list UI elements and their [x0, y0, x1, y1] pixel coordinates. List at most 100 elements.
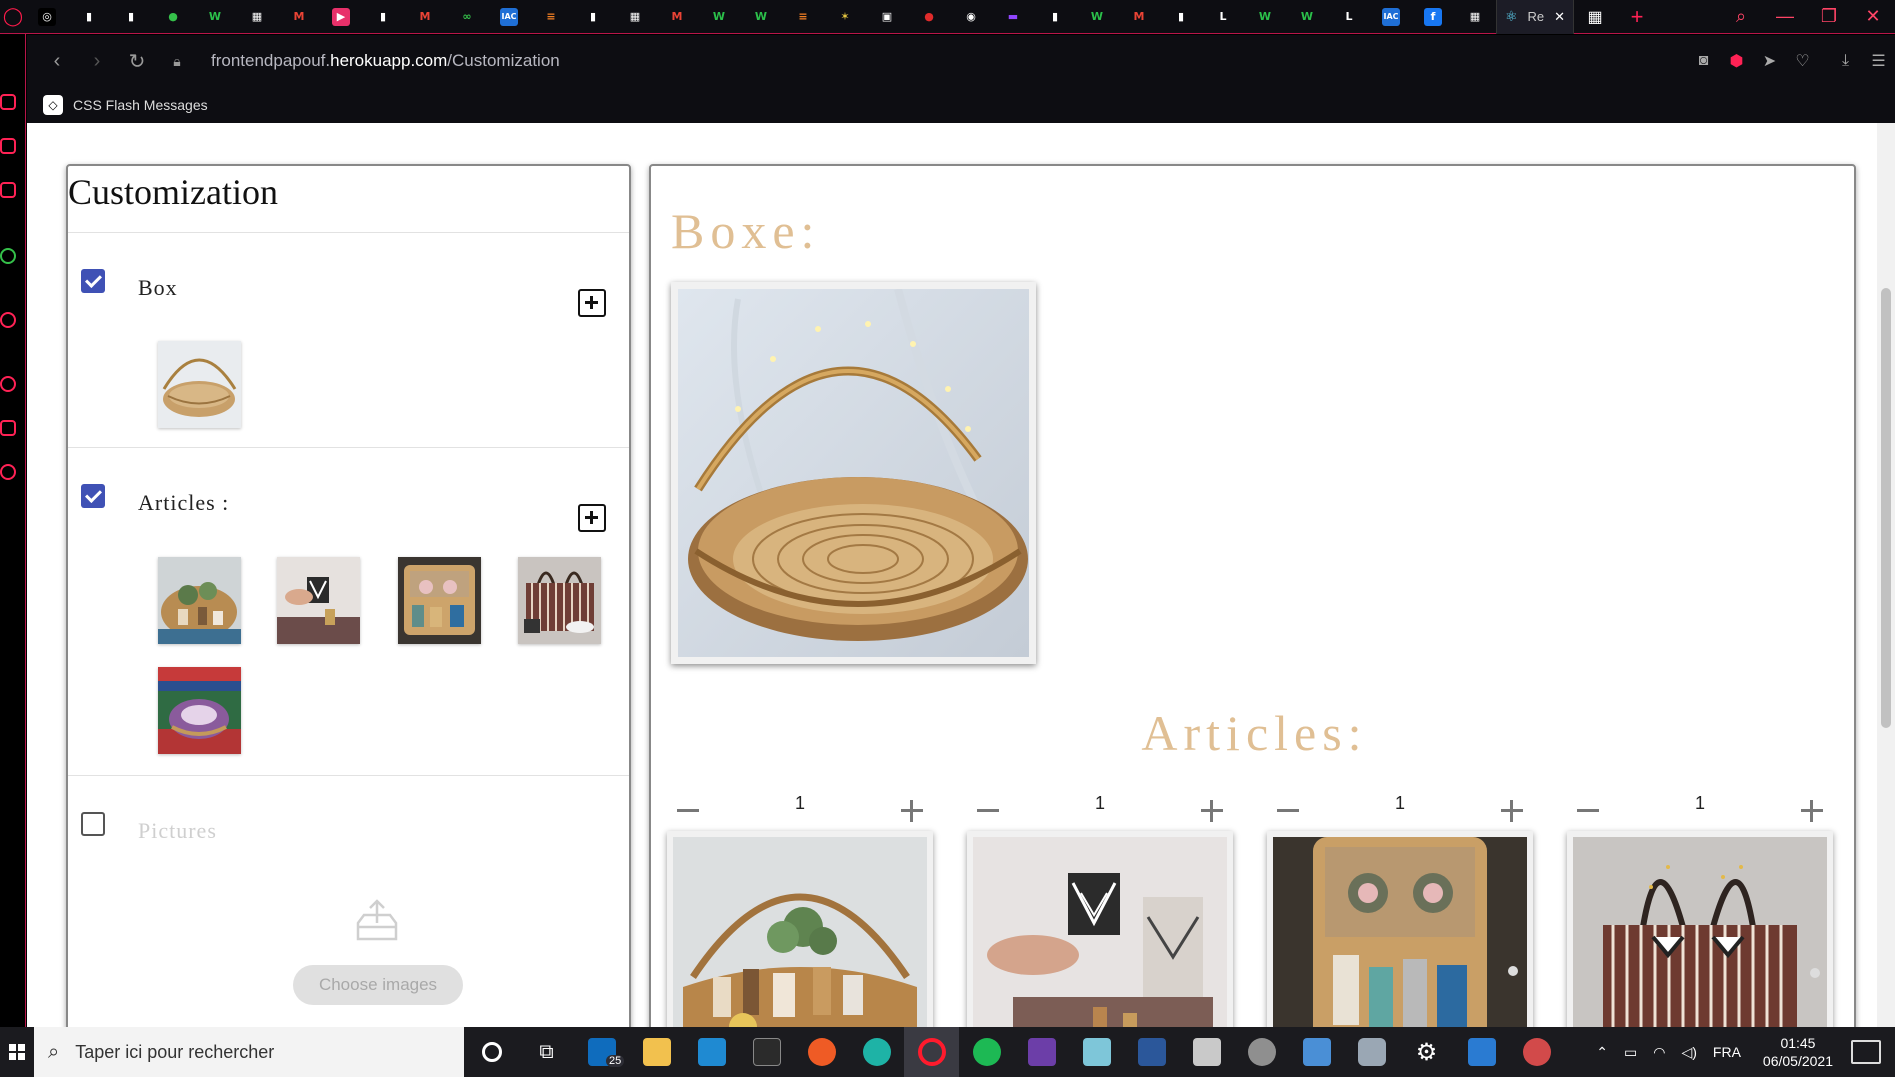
scrollbar-thumb[interactable]	[1881, 288, 1891, 728]
minimize-icon[interactable]: —	[1763, 0, 1807, 34]
easy-setup-icon[interactable]: ☰	[1862, 51, 1895, 71]
l-tab[interactable]: L	[1202, 0, 1244, 34]
settings-app-icon[interactable]: ⚙	[1399, 1027, 1454, 1077]
w-tab[interactable]: W	[740, 0, 782, 34]
url-field[interactable]: frontendpapouf.herokuapp.com/Customizati…	[211, 51, 560, 71]
doc-tab[interactable]: ▮	[1160, 0, 1202, 34]
drive-icon[interactable]	[1179, 1027, 1234, 1077]
loop-tab[interactable]: ∞	[446, 0, 488, 34]
sidebar-icon[interactable]	[0, 138, 16, 154]
w-tab[interactable]: W	[698, 0, 740, 34]
react-app-icon[interactable]	[1509, 1027, 1564, 1077]
sidebar-icon[interactable]	[0, 420, 16, 436]
windows-start-button[interactable]	[0, 1027, 34, 1077]
edge-icon[interactable]	[849, 1027, 904, 1077]
restore-icon[interactable]: ❐	[1807, 0, 1851, 34]
taskbar-search-input[interactable]: ⌕ Taper ici pour rechercher	[34, 1027, 464, 1077]
increase-quantity-button[interactable]	[901, 800, 923, 822]
bookmark-css-flash-messages[interactable]: CSS Flash Messages	[73, 97, 208, 113]
gmail-tab[interactable]: M	[278, 0, 320, 34]
language-indicator[interactable]: FRA	[1713, 1044, 1741, 1060]
heart-icon[interactable]: ♡	[1786, 51, 1819, 71]
close-window-icon[interactable]: ✕	[1851, 0, 1895, 34]
w-tab[interactable]: W	[1076, 0, 1118, 34]
wifi-icon[interactable]: ◠	[1653, 1044, 1665, 1061]
play-tab[interactable]: ▶	[320, 0, 362, 34]
github-tab[interactable]: ◉	[950, 0, 992, 34]
article-thumbnail[interactable]	[158, 557, 241, 644]
sidebar-icon[interactable]	[0, 94, 16, 110]
history-icon[interactable]	[0, 376, 16, 392]
box-checkbox[interactable]	[81, 269, 105, 293]
camera-icon[interactable]: ◙	[1687, 52, 1720, 70]
chevron-up-icon[interactable]: ⌃	[1596, 1044, 1608, 1061]
opera-menu-icon[interactable]: ◯	[0, 0, 26, 34]
search-tabs-icon[interactable]: ⌕	[1719, 0, 1763, 34]
increase-quantity-button[interactable]	[1801, 800, 1823, 822]
doc-tab[interactable]: ▮	[572, 0, 614, 34]
gmail-tab[interactable]: M	[1118, 0, 1160, 34]
download-icon[interactable]: ⤓	[1829, 52, 1862, 70]
settings-icon[interactable]	[0, 464, 16, 480]
iac-tab[interactable]: IAC	[1370, 0, 1412, 34]
camera-app-icon[interactable]	[1344, 1027, 1399, 1077]
forward-icon[interactable]: ›	[77, 50, 117, 73]
iac-tab[interactable]: IAC	[488, 0, 530, 34]
notes-icon[interactable]	[1069, 1027, 1124, 1077]
mail-app-icon[interactable]: 25	[574, 1027, 629, 1077]
doc-tab[interactable]: ▮	[1034, 0, 1076, 34]
article-thumbnail[interactable]	[398, 557, 481, 644]
gmail-tab[interactable]: M	[404, 0, 446, 34]
opera-app-icon[interactable]	[904, 1027, 959, 1077]
spark-tab[interactable]: ✶	[824, 0, 866, 34]
remote-desktop-icon[interactable]	[1289, 1027, 1344, 1077]
battery-icon[interactable]: ▭	[1624, 1044, 1637, 1061]
word-icon[interactable]	[1124, 1027, 1179, 1077]
cortana-icon[interactable]	[464, 1027, 519, 1077]
clock[interactable]: 01:45 06/05/2021	[1763, 1034, 1833, 1070]
facebook-tab[interactable]: f	[1412, 0, 1454, 34]
add-article-button[interactable]	[578, 504, 606, 532]
sidebar-icon[interactable]	[0, 182, 16, 198]
active-tab[interactable]: ⚛ Re ✕	[1496, 0, 1574, 34]
satellite-icon[interactable]	[1234, 1027, 1289, 1077]
w-tab[interactable]: W	[1244, 0, 1286, 34]
new-tab-icon[interactable]: +	[1616, 0, 1658, 34]
doc-tab[interactable]: ▮	[68, 0, 110, 34]
article-thumbnail[interactable]	[518, 557, 601, 644]
articles-checkbox[interactable]	[81, 484, 105, 508]
notification-center-icon[interactable]	[1851, 1040, 1881, 1064]
pictures-checkbox[interactable]	[81, 812, 105, 836]
stack-tab[interactable]: ≡	[782, 0, 824, 34]
task-view-icon[interactable]: ⧉	[519, 1027, 574, 1077]
grid-tab[interactable]: ▦	[1454, 0, 1496, 34]
vscode-icon[interactable]	[684, 1027, 739, 1077]
grid-tab[interactable]: ▦	[236, 0, 278, 34]
reload-icon[interactable]: ↻	[117, 49, 157, 74]
img-tab[interactable]: ▣	[866, 0, 908, 34]
increase-quantity-button[interactable]	[1201, 800, 1223, 822]
tab-grid-icon[interactable]: ▦	[1574, 0, 1616, 34]
adblock-icon[interactable]: ⬢	[1720, 51, 1753, 71]
w-tab[interactable]: W	[1286, 0, 1328, 34]
article-thumbnail[interactable]	[158, 667, 241, 754]
page-scrollbar[interactable]	[1877, 123, 1895, 1027]
green-tab[interactable]: ●	[152, 0, 194, 34]
gmail-tab[interactable]: M	[656, 0, 698, 34]
add-box-button[interactable]	[578, 289, 606, 317]
doc-tab[interactable]: ▮	[110, 0, 152, 34]
w-tab[interactable]: W	[194, 0, 236, 34]
close-tab-icon[interactable]: ✕	[1554, 9, 1565, 25]
spotify-icon[interactable]	[959, 1027, 1014, 1077]
photos-icon[interactable]	[1454, 1027, 1509, 1077]
sidebar-icon[interactable]	[0, 312, 16, 328]
back-icon[interactable]: ‹	[37, 50, 77, 73]
l-tab[interactable]: L	[1328, 0, 1370, 34]
send-icon[interactable]: ➤	[1753, 51, 1786, 71]
stack-tab[interactable]: ≡	[530, 0, 572, 34]
twitch-tab[interactable]: ▬	[992, 0, 1034, 34]
doc-tab[interactable]: ▮	[362, 0, 404, 34]
postman-icon[interactable]	[794, 1027, 849, 1077]
box-thumbnail[interactable]	[158, 341, 241, 428]
increase-quantity-button[interactable]	[1501, 800, 1523, 822]
